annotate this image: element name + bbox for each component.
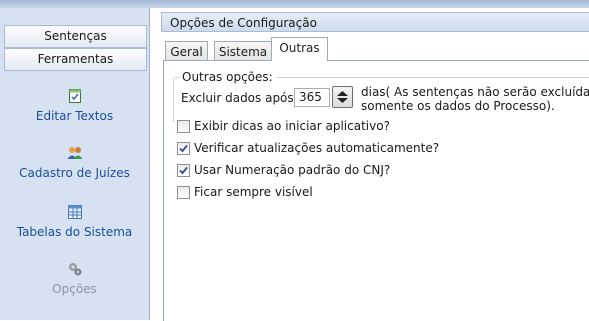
checkbox-label-ficar-sempre-visivel: Ficar sempre visível: [194, 185, 313, 199]
excluir-dias-note-line1: dias( As sentenças não serão excluídas,: [361, 85, 589, 99]
panel-title: Opções de Configuração: [161, 12, 589, 32]
sidebar-item-cadastro-juizes[interactable]: Cadastro de Juízes: [0, 145, 149, 180]
spin-arrows-icon: [337, 91, 348, 103]
tab-sistema[interactable]: Sistema: [214, 41, 272, 61]
group-title: Outras opções:: [179, 70, 276, 84]
window-top-border: [0, 0, 589, 8]
checkbox-label-verificar-atualizacoes: Verificar atualizações automaticamente?: [194, 141, 440, 155]
sidebar: Sentenças Ferramentas Editar Textos Cada…: [0, 8, 150, 320]
tab-geral[interactable]: Geral: [165, 41, 208, 61]
sidebar-item-tabelas-sistema[interactable]: Tabelas do Sistema: [0, 204, 149, 239]
checkmark-icon: [179, 166, 188, 175]
document-edit-icon: [68, 89, 81, 103]
checkbox-label-usar-numeracao-cnj: Usar Numeração padrão do CNJ?: [194, 163, 391, 177]
tab-outras[interactable]: Outras: [271, 37, 328, 61]
checkbox-exibir-dicas[interactable]: [177, 120, 190, 133]
spin-button[interactable]: [332, 86, 353, 108]
checkbox-usar-numeracao-cnj[interactable]: [177, 164, 190, 177]
sidebar-section-ferramentas[interactable]: Ferramentas: [4, 48, 147, 71]
sidebar-item-opcoes[interactable]: Opções: [0, 261, 149, 296]
checkmark-icon: [179, 144, 188, 153]
checkbox-verificar-atualizacoes[interactable]: [177, 142, 190, 155]
sidebar-item-label: Cadastro de Juízes: [19, 166, 130, 180]
gears-icon: [68, 263, 81, 276]
sidebar-item-label: Opções: [52, 282, 97, 296]
users-icon: [67, 147, 82, 159]
sidebar-item-label: Editar Textos: [35, 109, 114, 123]
checkbox-ficar-sempre-visivel[interactable]: [177, 186, 190, 199]
excluir-dias-input[interactable]: 365: [294, 88, 330, 107]
sidebar-item-label: Tabelas do Sistema: [16, 225, 133, 239]
excluir-dias-note-line2: somente os dados do Processo).: [361, 99, 555, 113]
table-icon: [67, 205, 82, 219]
sidebar-item-editar-textos[interactable]: Editar Textos: [0, 88, 149, 123]
excluir-dados-label: Excluir dados após: [181, 91, 294, 105]
checkbox-label-exibir-dicas: Exibir dicas ao iniciar aplicativo?: [194, 119, 390, 133]
sidebar-section-sentencas[interactable]: Sentenças: [4, 25, 147, 48]
